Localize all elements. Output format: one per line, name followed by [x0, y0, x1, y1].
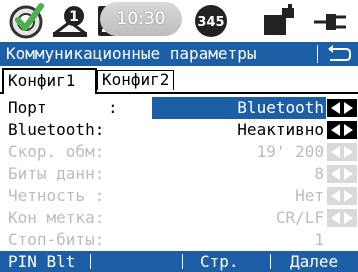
port-value[interactable]: Bluetooth	[152, 97, 326, 119]
back-icon[interactable]	[322, 42, 356, 66]
left-right-arrows-icon	[327, 209, 357, 227]
row-port[interactable]: Порт : Bluetooth	[0, 97, 358, 119]
row-baud-rate: Скор. обм: 19' 200	[0, 141, 358, 163]
softkey-separator	[90, 254, 91, 269]
row-parity: Четность : Нет	[0, 185, 358, 207]
parity-value: Нет	[295, 186, 324, 205]
status-bar: 1 10:30 345	[0, 0, 358, 42]
row-data-bits: Биты данн: 8	[0, 163, 358, 185]
field-label: Порт	[8, 98, 47, 117]
page-title: Коммуникационные параметры	[6, 44, 257, 63]
field-label: Bluetooth:	[8, 120, 105, 139]
field-colon: :	[108, 98, 118, 117]
row-end-mark: Кон метка: CR/LF	[0, 207, 358, 229]
radio-link-icon	[264, 4, 294, 35]
left-right-arrows-icon	[327, 143, 357, 161]
pin-bluetooth-button[interactable]: PIN Blt	[8, 251, 75, 272]
left-right-arrows-icon	[327, 165, 357, 183]
next-button[interactable]: Далее	[290, 251, 338, 272]
softkey-separator	[270, 254, 271, 269]
left-right-arrows-icon	[327, 187, 357, 205]
row-bluetooth[interactable]: Bluetooth: Неактивно	[0, 119, 358, 141]
bluetooth-value[interactable]: Неактивно	[152, 119, 326, 141]
row-stop-bits: Стоп-биты: 1	[0, 229, 358, 251]
field-label: Четность :	[8, 186, 105, 205]
stop-bits-value: 1	[314, 230, 324, 249]
baud-rate-value: 19' 200	[256, 142, 324, 161]
softkey-bar: PIN Blt Стр. Далее	[0, 251, 358, 272]
field-label: Стоп-биты:	[8, 230, 105, 249]
field-label: Кон метка:	[8, 208, 105, 227]
left-right-arrows-icon[interactable]	[327, 99, 357, 117]
title-bar: Коммуникационные параметры	[0, 42, 358, 66]
position-quality-icon: 1	[53, 6, 87, 37]
svg-text:1: 1	[69, 9, 79, 25]
page-button[interactable]: Стр.	[200, 251, 239, 272]
external-power-icon	[314, 14, 346, 30]
tab-config1[interactable]: Конфиг1	[2, 68, 97, 94]
end-mark-value: CR/LF	[275, 208, 324, 227]
tab-bar: Конфиг1 Конфиг2	[0, 68, 358, 94]
title-separator	[317, 45, 318, 63]
tab-config2[interactable]: Конфиг2	[97, 70, 174, 90]
left-right-arrows-icon[interactable]	[327, 121, 357, 139]
clock: 10:30	[100, 2, 182, 36]
field-label: Скор. обм:	[8, 142, 105, 161]
gnss-status-icon	[9, 3, 44, 39]
softkey-separator	[182, 254, 183, 269]
satellites-icon: 345	[195, 5, 227, 37]
svg-text:345: 345	[197, 15, 224, 30]
field-label: Биты данн:	[8, 164, 105, 183]
data-bits-value: 8	[314, 164, 324, 183]
